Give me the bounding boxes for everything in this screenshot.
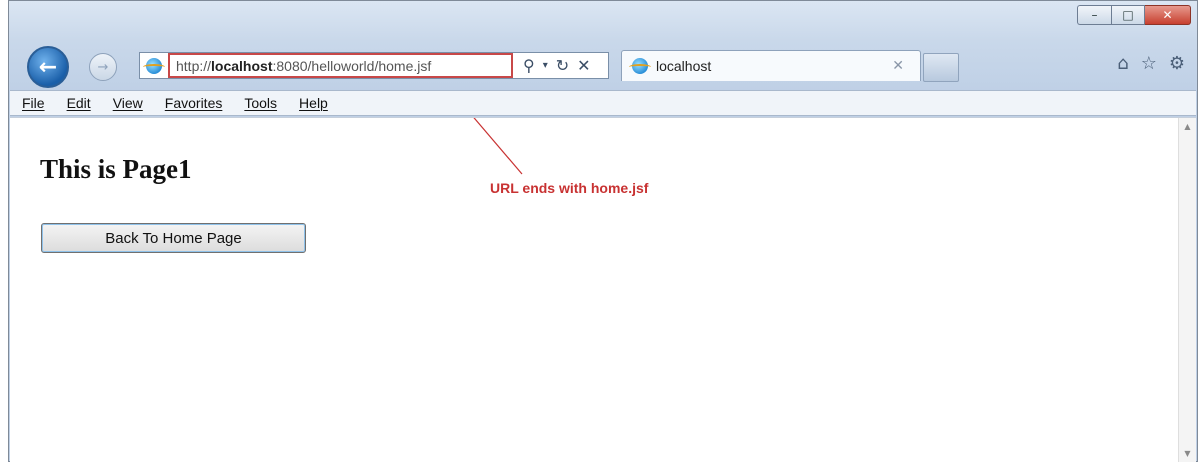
back-button[interactable]: ← xyxy=(27,46,69,88)
url-host: localhost xyxy=(211,57,273,74)
menu-tools[interactable]: Tools xyxy=(244,95,277,111)
address-bar[interactable]: http://localhost:8080/helloworld/home.js… xyxy=(139,52,609,79)
tab-ie-icon xyxy=(629,58,651,74)
window-caption-buttons: – □ ✕ xyxy=(1077,5,1191,25)
minimize-button[interactable]: – xyxy=(1077,5,1111,25)
stop-icon[interactable]: ✕ xyxy=(577,56,590,75)
toolbar-right-icons: ⌂ ☆ ⚙ xyxy=(1117,53,1185,74)
home-icon[interactable]: ⌂ xyxy=(1117,53,1128,74)
maximize-button[interactable]: □ xyxy=(1111,5,1145,25)
close-window-button[interactable]: ✕ xyxy=(1145,5,1191,25)
back-arrow-icon: ← xyxy=(38,54,58,80)
menu-favorites[interactable]: Favorites xyxy=(165,95,223,111)
new-tab-button[interactable] xyxy=(923,53,959,82)
gear-icon[interactable]: ⚙ xyxy=(1169,53,1185,74)
menu-edit[interactable]: Edit xyxy=(67,95,91,111)
page-title: This is Page1 xyxy=(40,154,192,184)
menu-bar: File Edit View Favorites Tools Help xyxy=(10,90,1196,116)
url-prefix: http:// xyxy=(176,57,212,74)
dropdown-icon[interactable]: ▾ xyxy=(543,60,548,71)
menu-view[interactable]: View xyxy=(113,95,143,111)
menu-file[interactable]: File xyxy=(22,95,45,111)
forward-button[interactable]: → xyxy=(89,53,117,81)
address-tools: ⚲ ▾ ↻ ✕ xyxy=(523,56,591,75)
tab-title: localhost xyxy=(656,58,712,74)
url-path: :8080/helloworld/home.jsf xyxy=(272,57,432,74)
menu-help[interactable]: Help xyxy=(299,95,328,111)
back-to-home-button[interactable]: Back To Home Page xyxy=(41,223,306,253)
page-viewport: This is Page1 Back To Home Page URL ends… xyxy=(10,117,1196,462)
browser-window: – □ ✕ ← → http://localhost:8080/hellowor… xyxy=(8,0,1198,462)
star-icon[interactable]: ☆ xyxy=(1141,53,1157,74)
search-icon[interactable]: ⚲ xyxy=(523,56,535,75)
url-field[interactable]: http://localhost:8080/helloworld/home.js… xyxy=(168,53,513,78)
annotation-label: URL ends with home.jsf xyxy=(490,180,649,196)
ie-page-icon xyxy=(143,57,165,74)
scroll-down-icon[interactable]: ▼ xyxy=(1179,445,1196,462)
scroll-up-icon[interactable]: ▲ xyxy=(1179,118,1196,135)
refresh-icon[interactable]: ↻ xyxy=(556,56,569,75)
tab-localhost[interactable]: localhost ✕ xyxy=(621,50,921,81)
forward-arrow-icon: → xyxy=(97,59,109,75)
vertical-scrollbar[interactable]: ▲ ▼ xyxy=(1178,118,1196,462)
tab-close-icon[interactable]: ✕ xyxy=(892,58,904,74)
